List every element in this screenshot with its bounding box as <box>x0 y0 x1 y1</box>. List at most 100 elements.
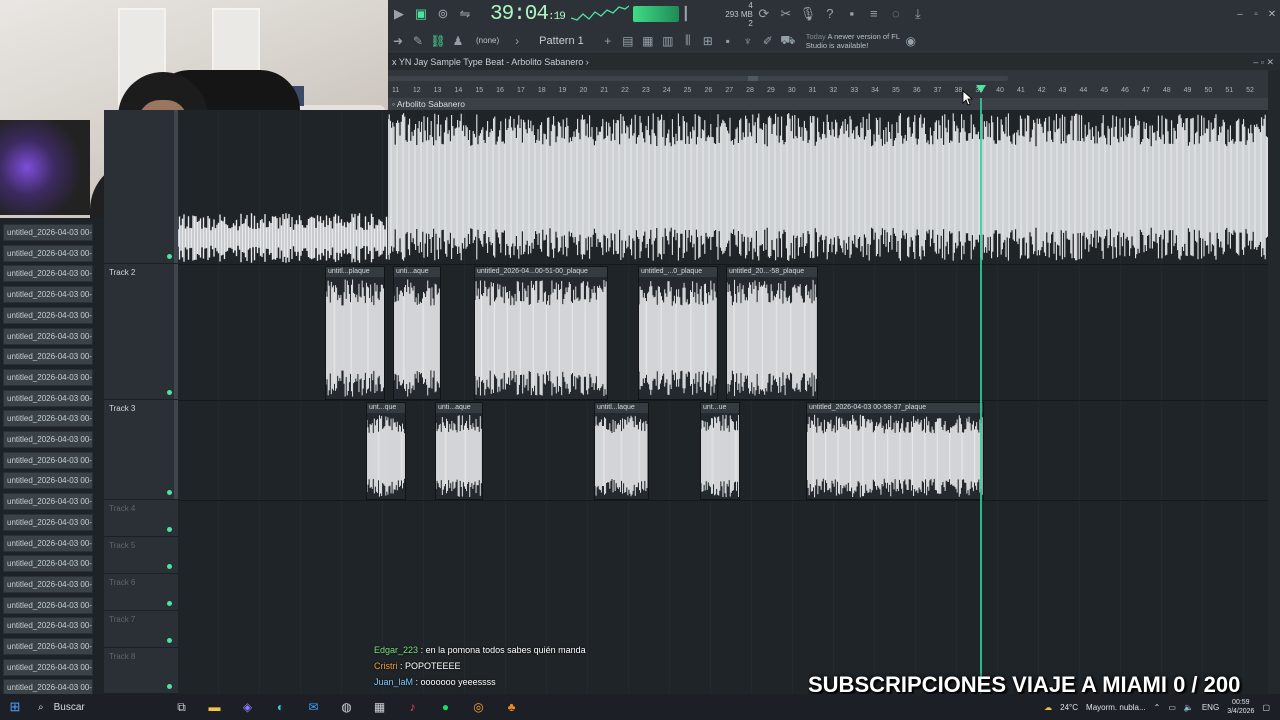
horizontal-scrollbar[interactable] <box>388 76 1008 81</box>
browser-file-item[interactable]: untitled_2026-04-03 00-... <box>3 224 93 241</box>
pattern-select[interactable]: Pattern 1 <box>539 35 584 47</box>
chevron-up-icon[interactable]: ⌃ <box>1154 703 1161 712</box>
audio-clip[interactable]: untitled_...0_plaque <box>638 266 718 400</box>
record-icon[interactable]: ⊚ <box>432 0 454 28</box>
audio-clip-arbolito[interactable] <box>388 110 1268 264</box>
plugin-icon[interactable]: ▪ <box>718 34 738 48</box>
stamp-icon[interactable]: ♟ <box>448 34 468 48</box>
taskbar-clock[interactable]: 00:59 3/4/2026 <box>1227 698 1254 716</box>
weather-temp[interactable]: 24°C <box>1060 703 1078 712</box>
globe-icon[interactable]: ◉ <box>901 34 921 48</box>
scroll-thumb[interactable] <box>748 76 758 81</box>
cart-icon[interactable]: ⛟ <box>778 33 798 49</box>
track-header[interactable] <box>104 110 178 264</box>
maximize-icon[interactable]: ▫ <box>1248 9 1264 20</box>
minimize-icon[interactable]: – <box>1232 9 1248 20</box>
fl-studio-icon[interactable]: ♣ <box>495 700 528 714</box>
browser-file-item[interactable]: untitled_2026-04-03 00-... <box>3 555 93 573</box>
browser-file-item[interactable]: untitled_2026-04-03 00-... <box>3 244 93 262</box>
microphone-icon[interactable]: 🎙 <box>797 0 819 28</box>
pencil-tool-icon[interactable]: ✎ <box>408 34 428 48</box>
spotify-icon[interactable]: ● <box>429 700 462 714</box>
copilot-icon[interactable]: ◈ <box>231 700 264 714</box>
notification-icon[interactable]: ▢ <box>1262 703 1270 712</box>
update-notice[interactable]: Today A newer version of FL Studio is av… <box>806 32 901 50</box>
browser-file-item[interactable]: untitled_2026-04-03 00-... <box>3 348 93 366</box>
browser-icon[interactable]: ⊞ <box>698 34 718 48</box>
chat-icon[interactable]: ◌ <box>885 0 907 28</box>
browser-file-item[interactable]: untitled_2026-04-03 00-... <box>3 327 93 345</box>
browser-file-item[interactable]: untitled_2026-04-03 00-... <box>3 368 93 386</box>
paint-icon[interactable]: ✐ <box>758 34 778 48</box>
browser-file-item[interactable]: untitled_2026-04-03 00-... <box>3 286 93 304</box>
audio-clip-arbolito-start[interactable] <box>178 212 388 264</box>
audio-clip[interactable]: untitl...laque <box>594 402 649 500</box>
mixer-icon[interactable]: ≡ <box>863 0 885 28</box>
piano-roll-icon[interactable]: ▥ <box>658 34 678 48</box>
track-header[interactable]: Track 3 <box>104 400 178 500</box>
save-icon[interactable]: ▪ <box>841 0 863 28</box>
link-icon[interactable]: ⛓ <box>428 34 448 48</box>
vertical-scrollbar[interactable] <box>1268 70 1280 694</box>
weather-desc[interactable]: Mayorm. nubla... <box>1086 703 1146 712</box>
task-view-icon[interactable]: ⧉ <box>165 700 198 715</box>
browser-file-item[interactable]: untitled_2026-04-03 00-... <box>3 265 93 283</box>
track-led[interactable] <box>167 490 172 495</box>
edge-icon[interactable]: ◐ <box>264 700 297 714</box>
track-led[interactable] <box>167 254 172 259</box>
add-pattern-icon[interactable]: + <box>598 34 618 48</box>
playlist-icon[interactable]: ▤ <box>618 34 638 48</box>
file-explorer-icon[interactable]: ▬ <box>198 700 231 714</box>
browser-file-item[interactable]: untitled_2026-04-03 00-... <box>3 306 93 324</box>
chrome-icon[interactable]: ◎ <box>462 700 495 714</box>
track-led[interactable] <box>167 527 172 532</box>
track-header[interactable]: Track 5 <box>104 537 178 574</box>
playhead-marker[interactable] <box>976 85 986 93</box>
track-led[interactable] <box>167 390 172 395</box>
play-icon[interactable]: ▶ <box>388 0 410 28</box>
refresh-icon[interactable]: ⟳ <box>753 0 775 28</box>
arrow-icon[interactable]: › <box>507 34 527 48</box>
track-header[interactable]: Track 7 <box>104 611 178 648</box>
song-mode-icon[interactable]: ▣ <box>410 0 432 28</box>
track-header[interactable]: Track 6 <box>104 574 178 611</box>
track-led[interactable] <box>167 601 172 606</box>
audio-clip[interactable]: unti...aque <box>435 402 483 500</box>
browser-file-item[interactable]: untitled_2026-04-03 00-... <box>3 451 93 469</box>
obs-icon[interactable]: ◍ <box>330 700 363 714</box>
windows-start-icon[interactable]: ⊞ <box>0 699 30 715</box>
track-led[interactable] <box>167 684 172 689</box>
network-icon[interactable]: ▭ <box>1168 703 1176 712</box>
close-icon[interactable]: ✕ <box>1264 9 1280 20</box>
track-led[interactable] <box>167 638 172 643</box>
track-led[interactable] <box>167 564 172 569</box>
browser-file-item[interactable]: untitled_2026-04-03 00-... <box>3 513 93 531</box>
browser-file-item[interactable]: untitled_2026-04-03 00-... <box>3 410 93 428</box>
audio-clip[interactable]: untitled_2026-04...00-51-00_plaque <box>474 266 608 400</box>
browser-file-item[interactable]: untitled_2026-04-03 00-... <box>3 638 93 655</box>
audio-clip[interactable]: unt...ue <box>700 402 740 500</box>
track-header[interactable]: Track 2 <box>104 264 178 400</box>
browser-file-item[interactable]: untitled_2026-04-03 00-... <box>3 596 93 614</box>
loop-icon[interactable]: ⇋ <box>454 0 476 28</box>
browser-file-item[interactable]: untitled_2026-04-03 00-... <box>3 575 93 593</box>
track-header[interactable]: Track 4 <box>104 500 178 537</box>
audio-clip[interactable]: untitled_2026-04-03 00-58-37_plaque <box>806 402 984 500</box>
audio-clip[interactable]: unti...aque <box>393 266 441 400</box>
audio-clip[interactable]: untitl...plaque <box>325 266 385 400</box>
tuner-icon[interactable]: ♆ <box>738 34 758 48</box>
arrow-right-icon[interactable]: ➜ <box>388 34 408 48</box>
track-header[interactable]: Track 8 <box>104 648 178 694</box>
cut-icon[interactable]: ✂ <box>775 0 797 28</box>
browser-file-item[interactable]: untitled_2026-04-03 00-... <box>3 431 93 448</box>
browser-file-item[interactable]: untitled_2026-04-03 00-... <box>3 658 93 676</box>
mail-icon[interactable]: ✉ <box>297 700 330 714</box>
weather-icon[interactable]: ☁ <box>1044 703 1052 712</box>
audio-clip[interactable]: untitled_20...-58_plaque <box>726 266 818 400</box>
pitch-icon[interactable]: ┃ <box>679 0 693 28</box>
timeline-ruler[interactable]: 11 12 13 14 15 16 17 18 19 20 21 22 23 24 25 26 27 28 29 30… <box>388 70 1268 98</box>
tiktok-icon[interactable]: ♪ <box>396 700 429 714</box>
browser-file-item[interactable]: untitled_2026-04-03 00-... <box>3 472 93 490</box>
download-icon[interactable]: ⤓ <box>907 0 929 28</box>
browser-file-item[interactable]: untitled_2026-04-03 00-... <box>3 534 93 552</box>
